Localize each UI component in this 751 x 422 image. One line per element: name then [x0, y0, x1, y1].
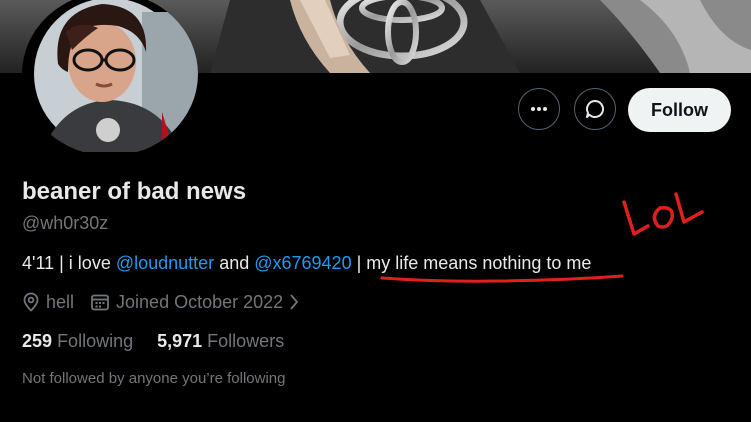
message-icon: [586, 100, 604, 118]
follow-button[interactable]: Follow: [628, 88, 731, 132]
followers-label: Followers: [207, 331, 285, 351]
bio-text: and: [214, 253, 255, 273]
chevron-right-icon[interactable]: [289, 293, 299, 311]
profile-stats: 259 Following 5,971 Followers: [22, 331, 284, 352]
avatar-photo: [28, 0, 198, 156]
join-date-text: Joined October 2022: [116, 291, 284, 312]
location: hell: [22, 292, 74, 313]
join-date: Joined October 2022: [90, 292, 283, 313]
display-name: beaner of bad news: [22, 178, 247, 205]
following-label: Following: [57, 331, 134, 351]
following-link[interactable]: 259 Following: [22, 331, 133, 352]
handle: @wh0r30z: [22, 213, 109, 233]
more-icon: [531, 107, 547, 111]
followed-by-notice: Not followed by anyone you’re following: [22, 370, 286, 387]
bio: 4'11 | i love @loudnutter and @x6769420 …: [22, 253, 591, 274]
profile-avatar[interactable]: [22, 0, 198, 156]
mention-link[interactable]: @loudnutter: [116, 253, 214, 273]
location-text: hell: [46, 291, 75, 312]
bio-separator: |: [351, 253, 367, 273]
bio-underlined-text: my life means nothing to me: [366, 253, 592, 273]
message-button[interactable]: [574, 88, 616, 130]
handwritten-underline-annotation: [380, 274, 624, 283]
bio-text: 4'11 | i love: [22, 253, 116, 273]
handwritten-lol-annotation: [622, 192, 704, 236]
profile-meta: hell Joined October 2022: [22, 291, 305, 313]
more-button[interactable]: [518, 88, 560, 130]
following-count: 259: [22, 331, 53, 351]
followers-count: 5,971: [157, 331, 203, 351]
mention-link[interactable]: @x6769420: [254, 253, 351, 273]
calendar-icon: [90, 292, 110, 312]
location-pin-icon: [22, 292, 40, 312]
followers-link[interactable]: 5,971 Followers: [157, 331, 284, 352]
